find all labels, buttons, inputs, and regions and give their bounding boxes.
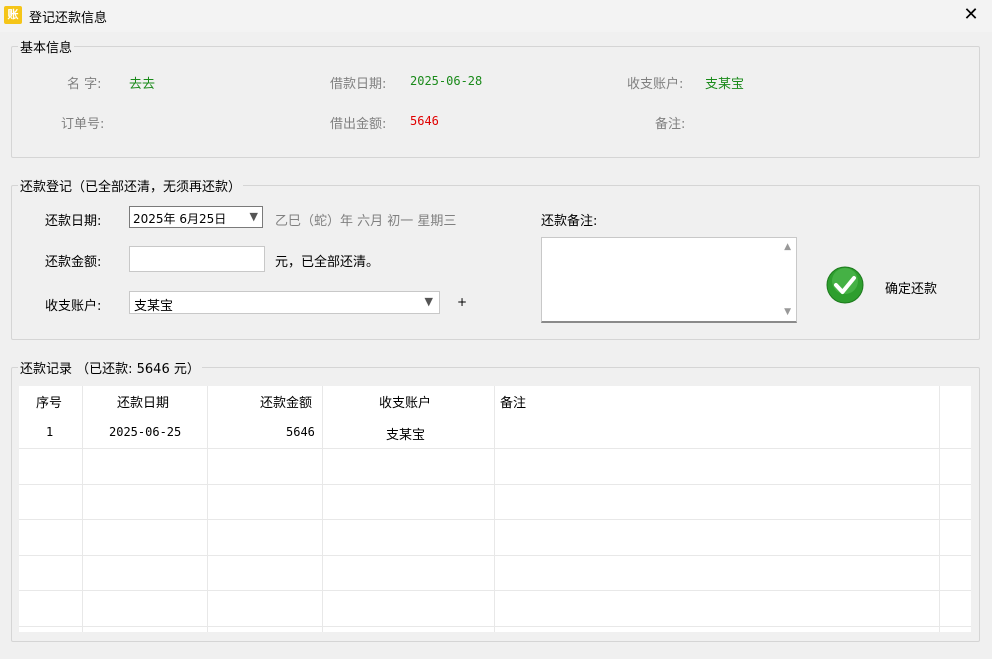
row-divider (19, 448, 971, 449)
column-divider (494, 386, 495, 632)
row-index: 1 (46, 425, 54, 439)
repay-remark-textarea[interactable]: ▲ ▼ (541, 237, 797, 323)
window-title: 登记还款信息 (29, 11, 108, 26)
column-header-remark[interactable]: 备注 (500, 392, 526, 411)
row-divider (19, 590, 971, 591)
lunar-date-text: 乙巳（蛇）年 六月 初一 星期三 (275, 214, 457, 229)
column-divider (322, 386, 323, 632)
name-label: 名 字: (67, 77, 102, 92)
row-divider (19, 626, 971, 627)
repay-date-label: 还款日期: (45, 214, 102, 229)
column-divider (82, 386, 83, 632)
account-value: 支某宝 (705, 77, 745, 92)
borrow-date-label: 借款日期: (330, 77, 387, 92)
lend-amount-label: 借出金额: (330, 117, 387, 132)
row-date: 2025-06-25 (109, 425, 182, 439)
repay-form-title: 还款登记（已全部还清，无须再还款） (18, 176, 244, 195)
repay-remark-label: 还款备注: (541, 214, 598, 229)
column-header-amount[interactable]: 还款金额 (260, 392, 312, 411)
table-header: 序号 还款日期 还款金额 收支账户 备注 (19, 386, 971, 414)
remark-label: 备注: (655, 117, 686, 132)
app-icon: 账 (4, 6, 22, 24)
check-circle-icon (826, 266, 864, 304)
repay-account-text: 支某宝 (134, 299, 174, 314)
row-divider (19, 555, 971, 556)
repay-amount-suffix: 元，已全部还清。 (275, 255, 380, 270)
repay-amount-input[interactable] (129, 246, 265, 272)
title-bar: 账 登记还款信息 ✕ (0, 0, 992, 32)
chevron-down-icon: ▼ (249, 210, 258, 223)
basic-info-title: 基本信息 (18, 37, 75, 56)
row-divider (19, 519, 971, 520)
account-label: 收支账户: (627, 77, 684, 92)
add-account-button[interactable]: + (457, 295, 467, 309)
name-value: 去去 (129, 77, 156, 92)
column-header-account[interactable]: 收支账户 (379, 392, 431, 411)
column-divider (207, 386, 208, 632)
order-label: 订单号: (61, 117, 105, 132)
close-icon[interactable]: ✕ (960, 4, 982, 26)
scroll-down-icon[interactable]: ▼ (784, 307, 791, 317)
column-header-index[interactable]: 序号 (36, 392, 62, 411)
repay-date-text: 2025年 6月25日 (133, 212, 227, 226)
basic-info-group (11, 46, 980, 158)
repay-account-select[interactable]: 支某宝 ▼ (129, 291, 440, 314)
repay-amount-label: 还款金额: (45, 255, 102, 270)
lend-amount-value: 5646 (410, 114, 439, 128)
repay-date-picker[interactable]: 2025年 6月25日 ▼ (129, 206, 263, 228)
column-header-date[interactable]: 还款日期 (117, 392, 169, 411)
chevron-down-icon: ▼ (424, 295, 433, 308)
records-table[interactable]: 序号 还款日期 还款金额 收支账户 备注 1 2025-06-25 5646 支… (19, 386, 971, 632)
records-title: 还款记录 （已还款: 5646 元） (18, 358, 202, 377)
row-divider (19, 484, 971, 485)
column-divider (939, 386, 940, 632)
confirm-repay-label: 确定还款 (885, 282, 938, 297)
scroll-up-icon[interactable]: ▲ (784, 242, 791, 252)
row-account: 支某宝 (386, 428, 426, 443)
repay-account-label: 收支账户: (45, 299, 102, 314)
borrow-date-value: 2025-06-28 (410, 74, 483, 88)
row-amount: 5646 (286, 425, 315, 439)
